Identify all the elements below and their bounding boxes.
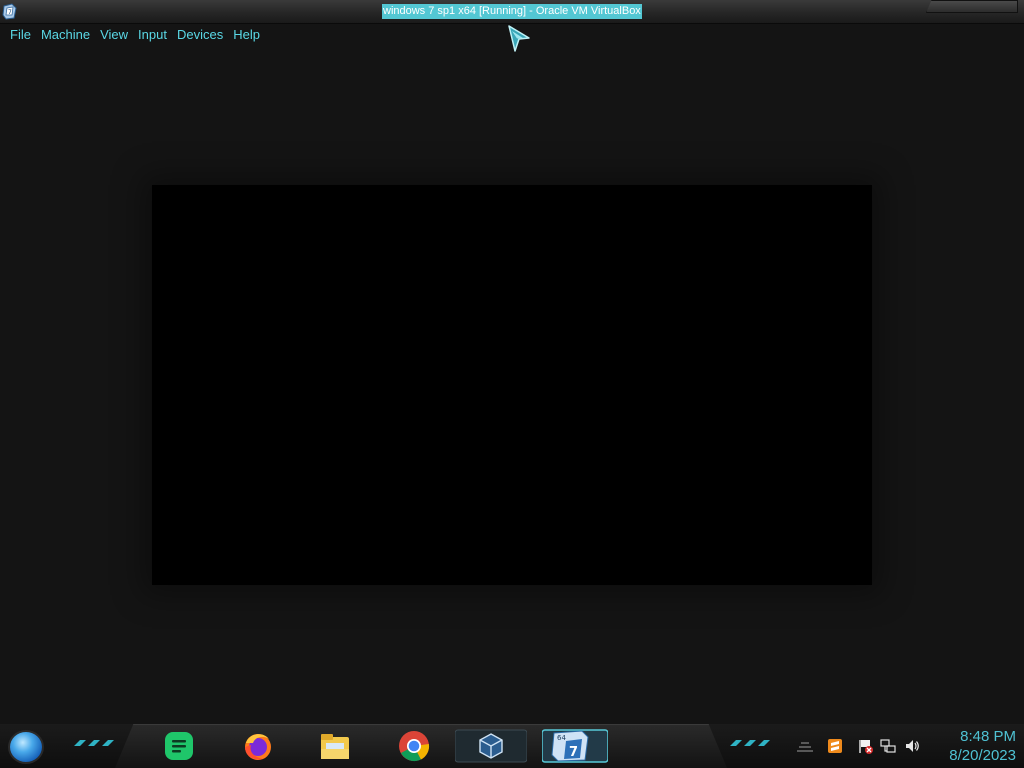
vm-label-7: 7	[569, 745, 578, 760]
title-bar[interactable]: 7 windows 7 sp1 x64 [Running] - Oracle V…	[0, 0, 1024, 24]
notes-app-icon[interactable]	[162, 729, 196, 763]
file-explorer-icon[interactable]	[318, 729, 352, 763]
menu-machine[interactable]: Machine	[36, 25, 95, 45]
show-hidden-icons-icon[interactable]	[795, 738, 815, 754]
virtualbox-icon[interactable]	[455, 729, 527, 763]
virtualbox-icon[interactable]: 7	[2, 3, 18, 20]
taskbar-clock[interactable]: 8:48 PM 8/20/2023	[926, 727, 1016, 765]
clock-date: 8/20/2023	[949, 747, 1016, 764]
vm-badge-64: 64	[557, 734, 566, 742]
menu-view[interactable]: View	[95, 25, 133, 45]
volume-icon[interactable]	[904, 738, 920, 754]
taskbar-decoration-left	[74, 740, 114, 746]
menu-devices[interactable]: Devices	[172, 25, 228, 45]
network-icon[interactable]	[880, 738, 896, 754]
taskbar-decoration-right	[730, 740, 770, 746]
chrome-icon[interactable]	[397, 729, 431, 763]
svg-text:7: 7	[8, 9, 12, 16]
start-button[interactable]	[8, 730, 44, 764]
window-title: windows 7 sp1 x64 [Running] - Oracle VM …	[382, 4, 642, 19]
firefox-icon[interactable]	[241, 729, 275, 763]
clock-time: 8:48 PM	[960, 728, 1016, 745]
menu-file[interactable]: File	[5, 25, 36, 45]
sublime-text-icon[interactable]	[827, 738, 843, 754]
vm-guest-screen[interactable]	[152, 185, 872, 585]
virtualbox-window: 7 windows 7 sp1 x64 [Running] - Oracle V…	[0, 0, 1024, 768]
windows-7-vm-icon[interactable]: 64 7	[542, 729, 608, 763]
mouse-cursor-icon	[508, 25, 530, 52]
menu-help[interactable]: Help	[228, 25, 265, 45]
window-controls[interactable]	[926, 0, 1018, 13]
action-center-flag-icon[interactable]	[857, 738, 873, 754]
menu-input[interactable]: Input	[133, 25, 172, 45]
